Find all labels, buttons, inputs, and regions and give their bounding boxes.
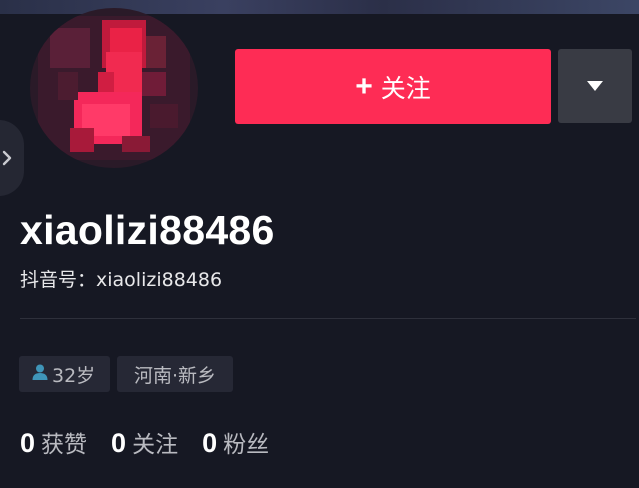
follow-button-label: 关注 bbox=[380, 74, 431, 103]
stat-followers-label: 粉丝 bbox=[223, 432, 270, 458]
avatar[interactable] bbox=[30, 8, 198, 168]
location-tag: 河南·新乡 bbox=[117, 356, 233, 392]
douyin-id: 抖音号：xiaolizi88486 bbox=[20, 266, 222, 294]
age-tag-label: 32岁 bbox=[52, 364, 96, 387]
stat-followers[interactable]: 0 粉丝 bbox=[202, 425, 269, 459]
side-expand-handle[interactable] bbox=[0, 120, 24, 196]
stat-following-label: 关注 bbox=[132, 432, 179, 458]
profile-username: xiaolizi88486 bbox=[20, 207, 275, 253]
location-tag-label: 河南·新乡 bbox=[133, 364, 217, 387]
plus-icon: + bbox=[355, 69, 373, 103]
more-options-button[interactable] bbox=[558, 49, 632, 123]
age-tag: 32岁 bbox=[19, 356, 110, 392]
stat-followers-count: 0 bbox=[202, 428, 218, 458]
stat-following[interactable]: 0 关注 bbox=[111, 425, 178, 459]
douyin-id-value: xiaolizi88486 bbox=[96, 269, 223, 291]
douyin-id-label: 抖音号： bbox=[20, 269, 97, 291]
profile-stats: 0 获赞 0 关注 0 粉丝 bbox=[20, 425, 293, 459]
stat-following-count: 0 bbox=[111, 428, 127, 458]
stat-likes-count: 0 bbox=[20, 428, 36, 458]
divider bbox=[20, 318, 636, 319]
chevron-right-icon bbox=[2, 150, 12, 166]
user-icon bbox=[31, 363, 49, 386]
stat-likes-label: 获赞 bbox=[41, 432, 88, 458]
stat-likes[interactable]: 0 获赞 bbox=[20, 425, 87, 459]
caret-down-icon bbox=[586, 77, 604, 96]
follow-button[interactable]: + 关注 bbox=[235, 49, 551, 124]
